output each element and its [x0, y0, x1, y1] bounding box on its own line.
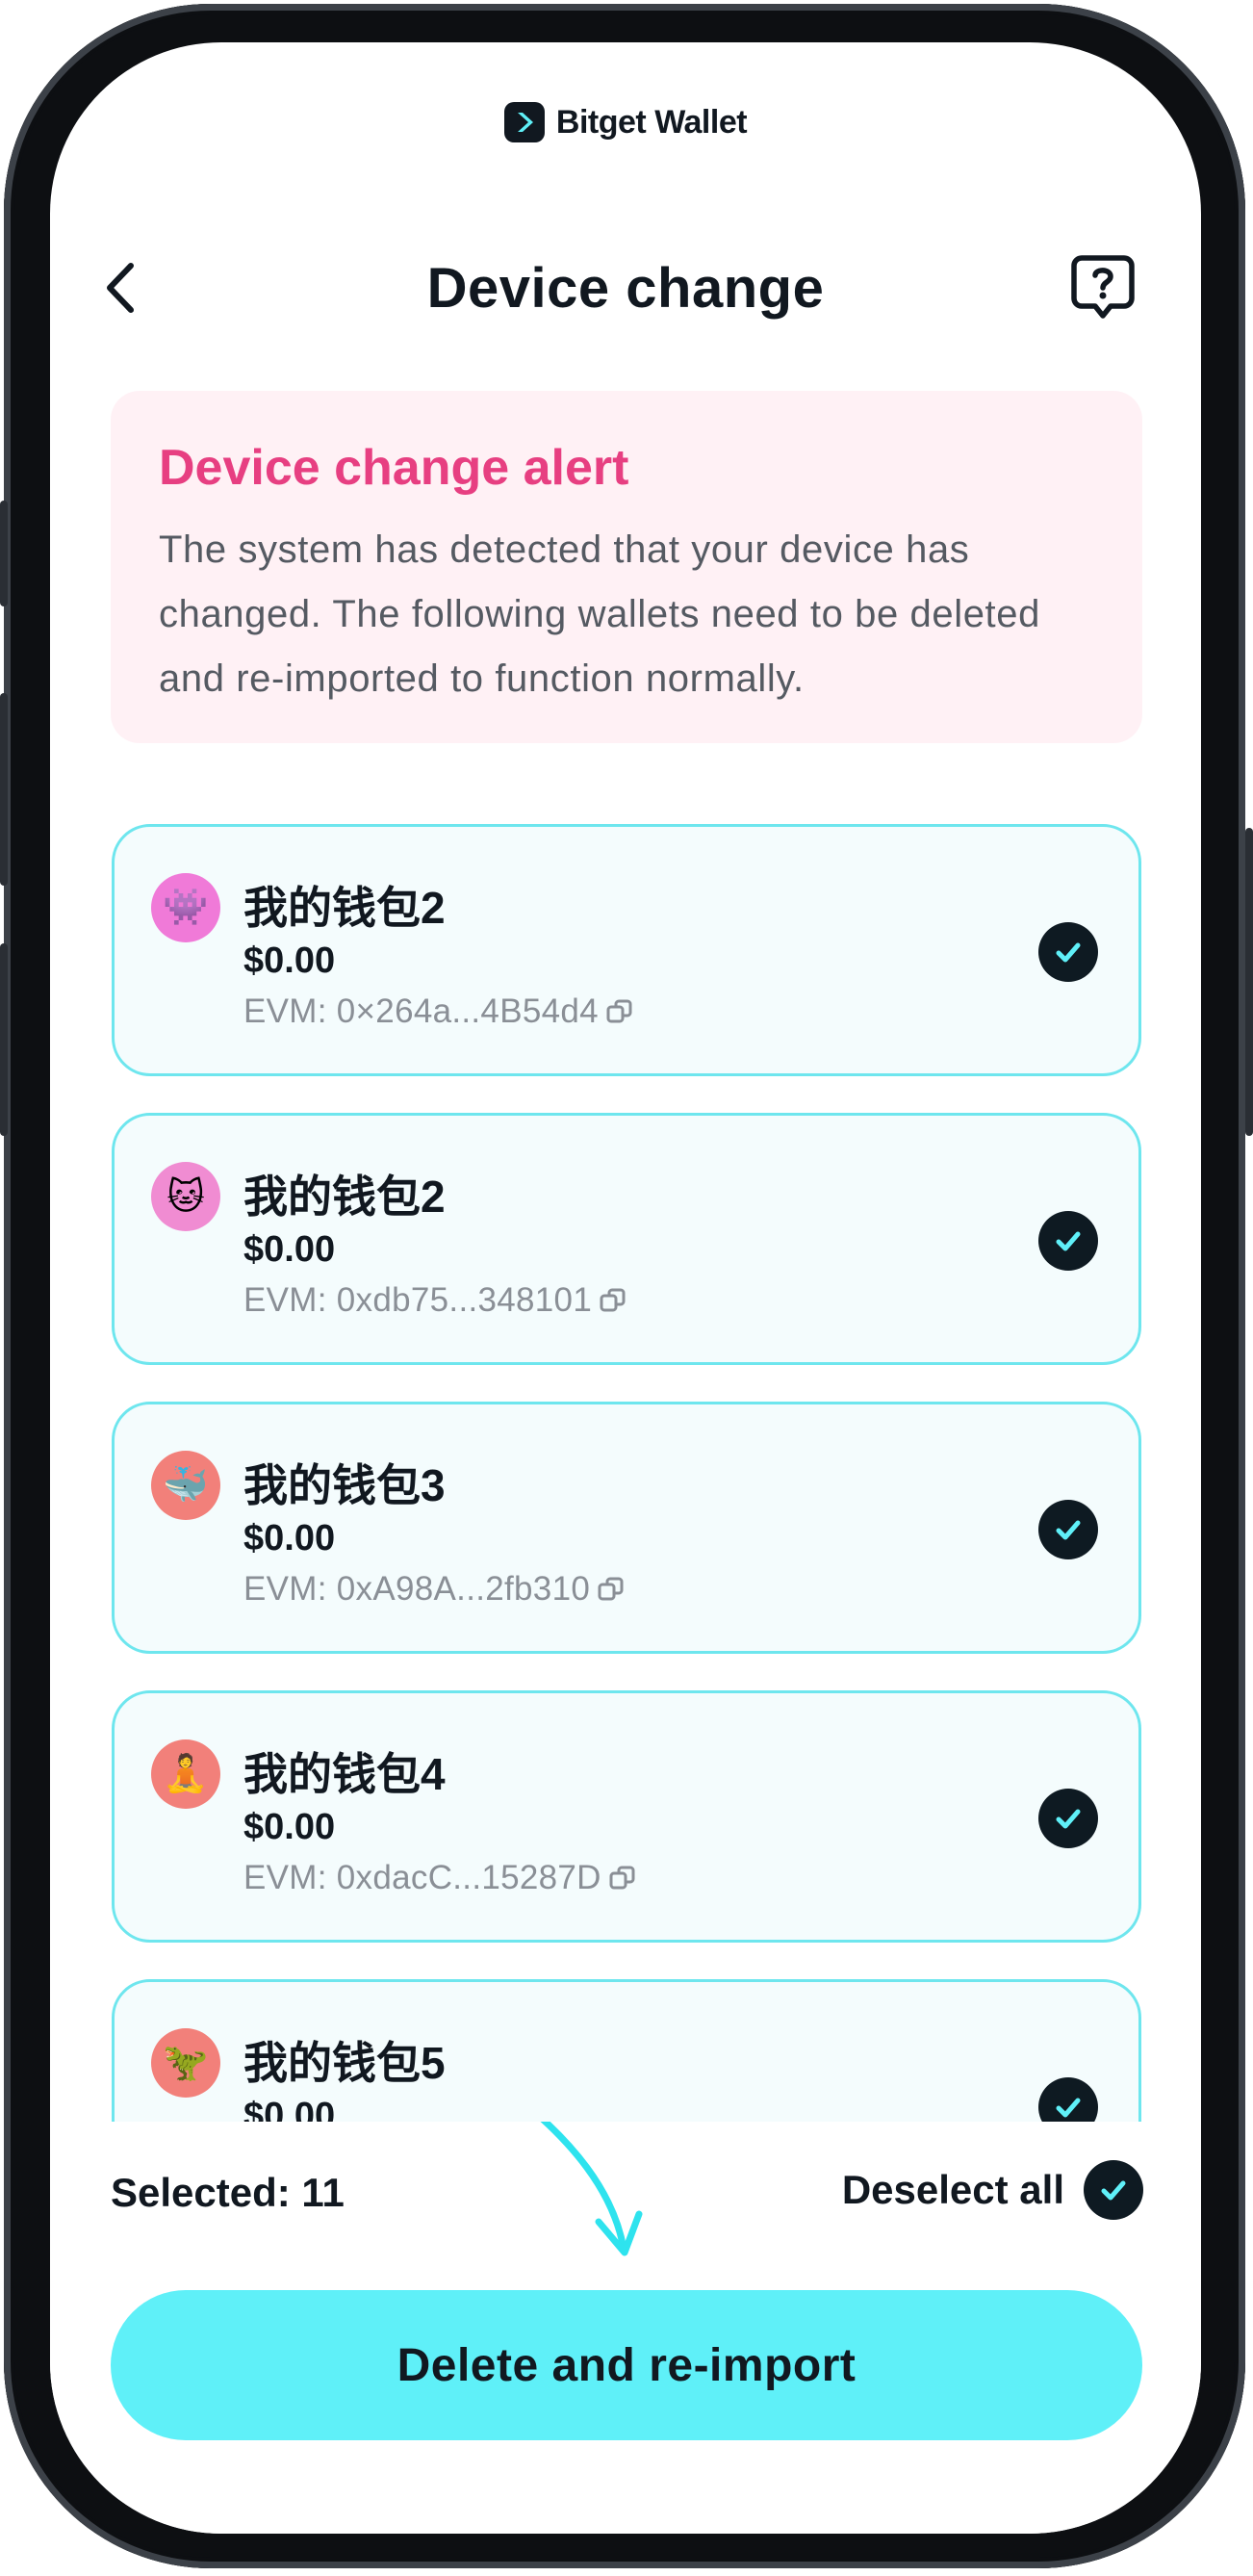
wallet-name: 我的钱包3 [243, 1460, 446, 1510]
wallet-card[interactable]: 🐳 我的钱包3 $0.00 EVM: 0xA98A...2fb310 [112, 1402, 1141, 1654]
wallet-name: 我的钱包2 [243, 1172, 446, 1222]
wallet-balance: $0.00 [243, 1518, 336, 1558]
wallet-address: EVM: 0xdacC...15287D [243, 1859, 601, 1896]
checkmark-icon [1056, 1520, 1081, 1540]
wallet-card[interactable]: 🧘 我的钱包4 $0.00 EVM: 0xdacC...15287D [112, 1690, 1141, 1943]
wallet-checkbox[interactable] [1038, 1500, 1098, 1559]
wallet-avatar: 🐳 [151, 1451, 220, 1520]
checkmark-icon [1056, 2098, 1081, 2118]
device-change-alert: Device change alert The system has detec… [111, 391, 1142, 743]
brand-header: Bitget Wallet [50, 102, 1201, 142]
wallet-address: EVM: 0×264a...4B54d4 [243, 992, 599, 1030]
page-title: Device change [426, 257, 825, 320]
alert-title: Device change alert [159, 440, 629, 496]
wallet-card[interactable]: 🐱 我的钱包2 $0.00 EVM: 0xdb75...348101 [112, 1113, 1141, 1365]
checkmark-icon [1056, 942, 1081, 963]
wallet-avatar: 🐱 [151, 1162, 220, 1231]
wallet-checkbox[interactable] [1038, 1789, 1098, 1848]
deselect-all-checkbox[interactable] [1084, 2160, 1143, 2220]
deselect-all-toggle[interactable]: Deselect all [842, 2160, 1143, 2220]
deselect-all-label: Deselect all [841, 2167, 1064, 2212]
wallet-name: 我的钱包2 [243, 883, 446, 933]
wallet-balance: $0.00 [243, 1229, 336, 1270]
brand-name: Bitget Wallet [555, 103, 748, 141]
copy-icon[interactable] [596, 1574, 626, 1605]
checkmark-icon [1101, 2180, 1126, 2201]
wallet-balance: $0.00 [243, 2096, 336, 2122]
copy-icon[interactable] [607, 1863, 638, 1893]
copy-icon[interactable] [598, 1285, 628, 1316]
bitget-logo-icon [503, 102, 545, 142]
mute-switch [0, 501, 8, 606]
wallet-balance: $0.00 [243, 1807, 336, 1847]
wallet-address: EVM: 0xA98A...2fb310 [243, 1570, 591, 1608]
wallet-address-row: EVM: 0xdb75...348101 [243, 1281, 628, 1320]
wallet-address-row: EVM: 0×264a...4B54d4 [243, 992, 635, 1031]
selected-count: Selected: 11 [111, 2170, 345, 2215]
bottom-action-bar: Selected: 11 Deselect all Delete and re-… [50, 2122, 1201, 2534]
app-screen: Bitget Wallet Device change Device chang… [50, 42, 1201, 2534]
checkmark-icon [1056, 1231, 1081, 1251]
wallet-name: 我的钱包5 [243, 2038, 446, 2088]
wallet-checkbox[interactable] [1038, 2077, 1098, 2122]
wallet-address-row: EVM: 0xdacC...15287D [243, 1859, 638, 1897]
wallet-avatar: 🧘 [151, 1739, 220, 1809]
wallet-avatar: 🦖 [151, 2028, 220, 2098]
wallet-card[interactable]: 🦖 我的钱包5 $0.00 [112, 1979, 1141, 2122]
wallet-checkbox[interactable] [1038, 922, 1098, 982]
checkmark-icon [1056, 1809, 1081, 1829]
wallet-address-row: EVM: 0xA98A...2fb310 [243, 1570, 626, 1609]
alert-message: The system has detected that your device… [159, 528, 1040, 700]
help-bubble-icon [1071, 255, 1135, 319]
volume-down-button [0, 943, 8, 1136]
wallet-card[interactable]: 👾 我的钱包2 $0.00 EVM: 0×264a...4B54d4 [112, 824, 1141, 1076]
wallet-avatar: 👾 [151, 873, 220, 942]
wallet-checkbox[interactable] [1038, 1211, 1098, 1271]
volume-up-button [0, 693, 8, 886]
power-button [1245, 828, 1253, 1136]
copy-icon[interactable] [604, 996, 635, 1027]
wallet-balance: $0.00 [243, 940, 336, 981]
help-button[interactable] [1070, 252, 1136, 322]
delete-and-reimport-button[interactable]: Delete and re-import [111, 2290, 1142, 2440]
wallet-list[interactable]: 👾 我的钱包2 $0.00 EVM: 0×264a...4B54d4 🐱 我的钱… [50, 764, 1201, 2122]
wallet-name: 我的钱包4 [243, 1749, 446, 1799]
wallet-address: EVM: 0xdb75...348101 [243, 1281, 593, 1319]
